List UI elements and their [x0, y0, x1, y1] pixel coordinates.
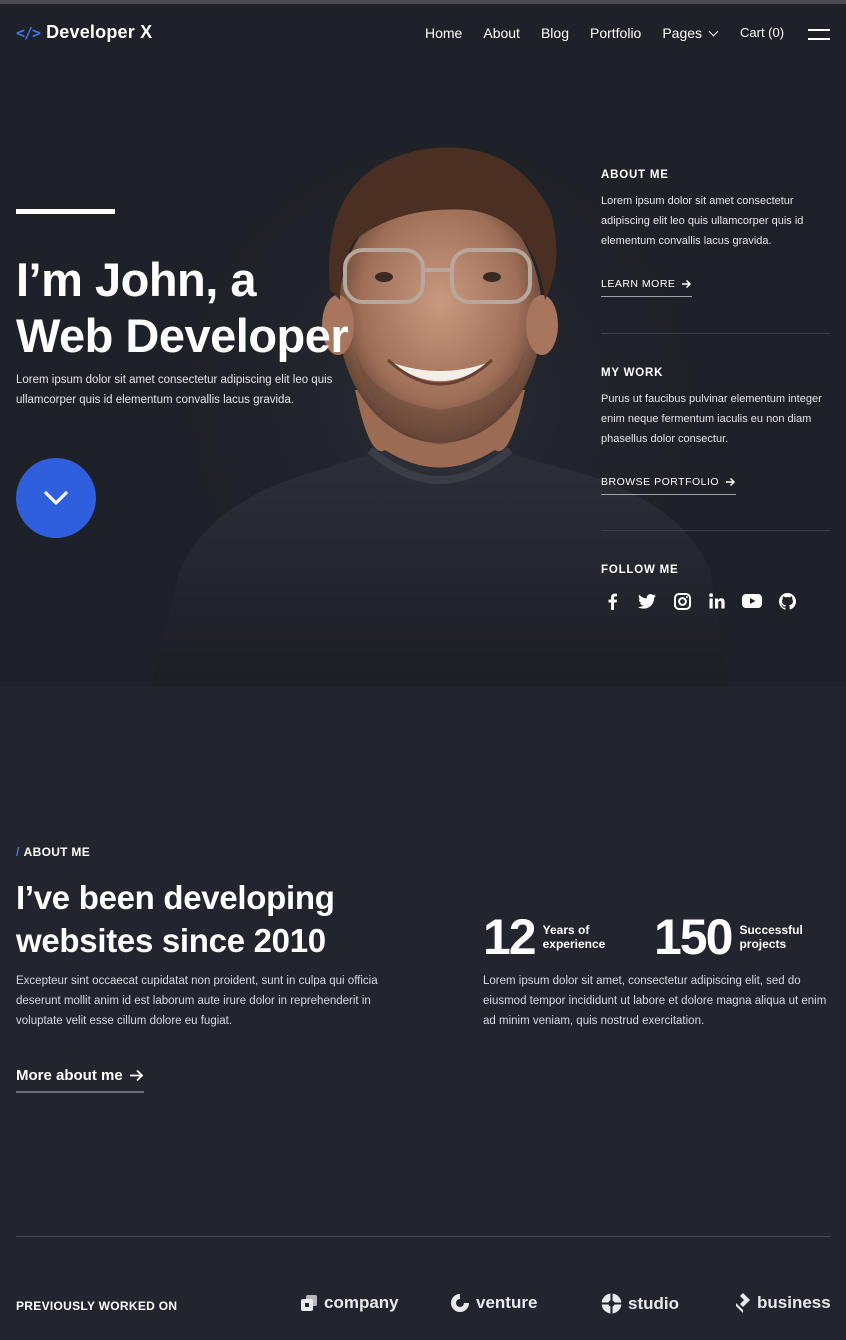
side-follow-heading: FOLLOW ME [601, 564, 679, 576]
about-title-line2: websites since 2010 [16, 922, 326, 959]
brand-company[interactable]: company [300, 1293, 399, 1313]
stat-years-label-line2: experience [542, 937, 606, 951]
stat-projects: 150 Successful projects [654, 910, 829, 964]
brand-business[interactable]: business [735, 1293, 831, 1313]
more-about-me-label: More about me [16, 1067, 123, 1084]
learn-more-link[interactable]: LEARN MORE [601, 278, 693, 297]
section-divider [16, 1236, 830, 1237]
side-work: MY WORK Purus ut faucibus pulvinar eleme… [601, 367, 830, 449]
side-about-text: Lorem ipsum dolor sit amet consectetur a… [601, 195, 804, 247]
side-divider [601, 333, 830, 334]
about-kicker: / ABOUT ME [16, 845, 90, 859]
nav-item-blog[interactable]: Blog [541, 25, 569, 41]
side-about-heading: ABOUT ME [601, 169, 669, 181]
nav-item-home[interactable]: Home [425, 25, 462, 41]
about-description: Excepteur sint occaecat cupidatat non pr… [16, 975, 378, 1027]
company-logo-icon [301, 1295, 317, 1311]
stat-projects-label-line1: Successful [739, 923, 803, 937]
stat-projects-number: 150 [654, 909, 733, 965]
chevron-down-icon [708, 26, 719, 36]
brand-studio-label: studio [628, 1293, 679, 1313]
scroll-down-button[interactable] [16, 458, 96, 538]
kicker-slash: / [16, 845, 20, 859]
hero-accent-line [16, 209, 115, 214]
venture-logo-icon [451, 1294, 469, 1312]
nav-item-pages[interactable]: Pages [662, 25, 719, 41]
nav-item-about[interactable]: About [483, 25, 520, 41]
about-title: I’ve been developing websites since 2010 [16, 876, 416, 962]
browse-portfolio-label: BROWSE PORTFOLIO [601, 476, 720, 488]
logo[interactable]: </> Developer X [16, 22, 152, 43]
brand-company-label: company [324, 1293, 399, 1312]
brand-venture[interactable]: venture [450, 1293, 537, 1313]
hero-description: Lorem ipsum dolor sit amet consectetur a… [16, 374, 333, 406]
arrow-right-icon [726, 477, 736, 487]
learn-more-label: LEARN MORE [601, 278, 676, 290]
business-logo-icon [736, 1293, 750, 1313]
chevron-down-icon [44, 491, 68, 505]
side-divider [601, 530, 830, 531]
youtube-icon[interactable] [741, 590, 763, 612]
stat-years-label-line1: Years of [542, 923, 590, 937]
top-navigation: </> Developer X Home About Blog Portfoli… [0, 18, 846, 54]
stat-years-label: Years of experience [543, 923, 633, 951]
arrow-right-icon [129, 1069, 143, 1082]
side-about: ABOUT ME Lorem ipsum dolor sit amet cons… [601, 169, 830, 251]
hero-title-line2: Web Developer [16, 309, 349, 362]
arrow-right-icon [682, 279, 692, 289]
brand-studio[interactable]: studio [601, 1293, 679, 1314]
social-icons [601, 590, 798, 612]
instagram-icon[interactable] [671, 590, 693, 612]
stat-years-number: 12 [483, 909, 537, 965]
linkedin-icon[interactable] [706, 590, 728, 612]
side-work-text: Purus ut faucibus pulvinar elementum int… [601, 393, 822, 445]
nav-item-pages-label: Pages [662, 25, 703, 41]
hero-title-line1: I’m John, a [16, 253, 257, 306]
hero-title: I’m John, a Web Developer [16, 252, 396, 364]
stat-years: 12 Years of experience [483, 910, 633, 964]
cart-link[interactable]: Cart (0) [740, 25, 784, 40]
stats-description: Lorem ipsum dolor sit amet, consectetur … [483, 975, 827, 1027]
github-icon[interactable] [776, 590, 798, 612]
browse-portfolio-link[interactable]: BROWSE PORTFOLIO [601, 476, 737, 495]
hero-section: </> Developer X Home About Blog Portfoli… [0, 4, 846, 686]
hamburger-menu-icon[interactable] [808, 29, 830, 41]
about-title-line1: I’ve been developing [16, 879, 335, 916]
nav-item-portfolio[interactable]: Portfolio [590, 25, 641, 41]
kicker-label: ABOUT ME [23, 845, 91, 859]
previously-worked-heading: PREVIOUSLY WORKED ON [16, 1299, 178, 1313]
main-menu: Home About Blog Portfolio Pages [425, 25, 738, 41]
brand-business-label: business [757, 1293, 831, 1312]
side-follow: FOLLOW ME [601, 564, 830, 576]
twitter-icon[interactable] [636, 590, 658, 612]
brand-venture-label: venture [476, 1293, 538, 1312]
facebook-icon[interactable] [601, 590, 623, 612]
side-work-heading: MY WORK [601, 367, 664, 379]
code-brackets-icon: </> [16, 23, 41, 42]
logo-text: Developer X [46, 22, 153, 42]
more-about-me-link[interactable]: More about me [16, 1067, 144, 1093]
stat-projects-label-line2: projects [739, 937, 787, 951]
studio-logo-icon [601, 1293, 622, 1314]
stat-projects-label: Successful projects [739, 923, 829, 951]
